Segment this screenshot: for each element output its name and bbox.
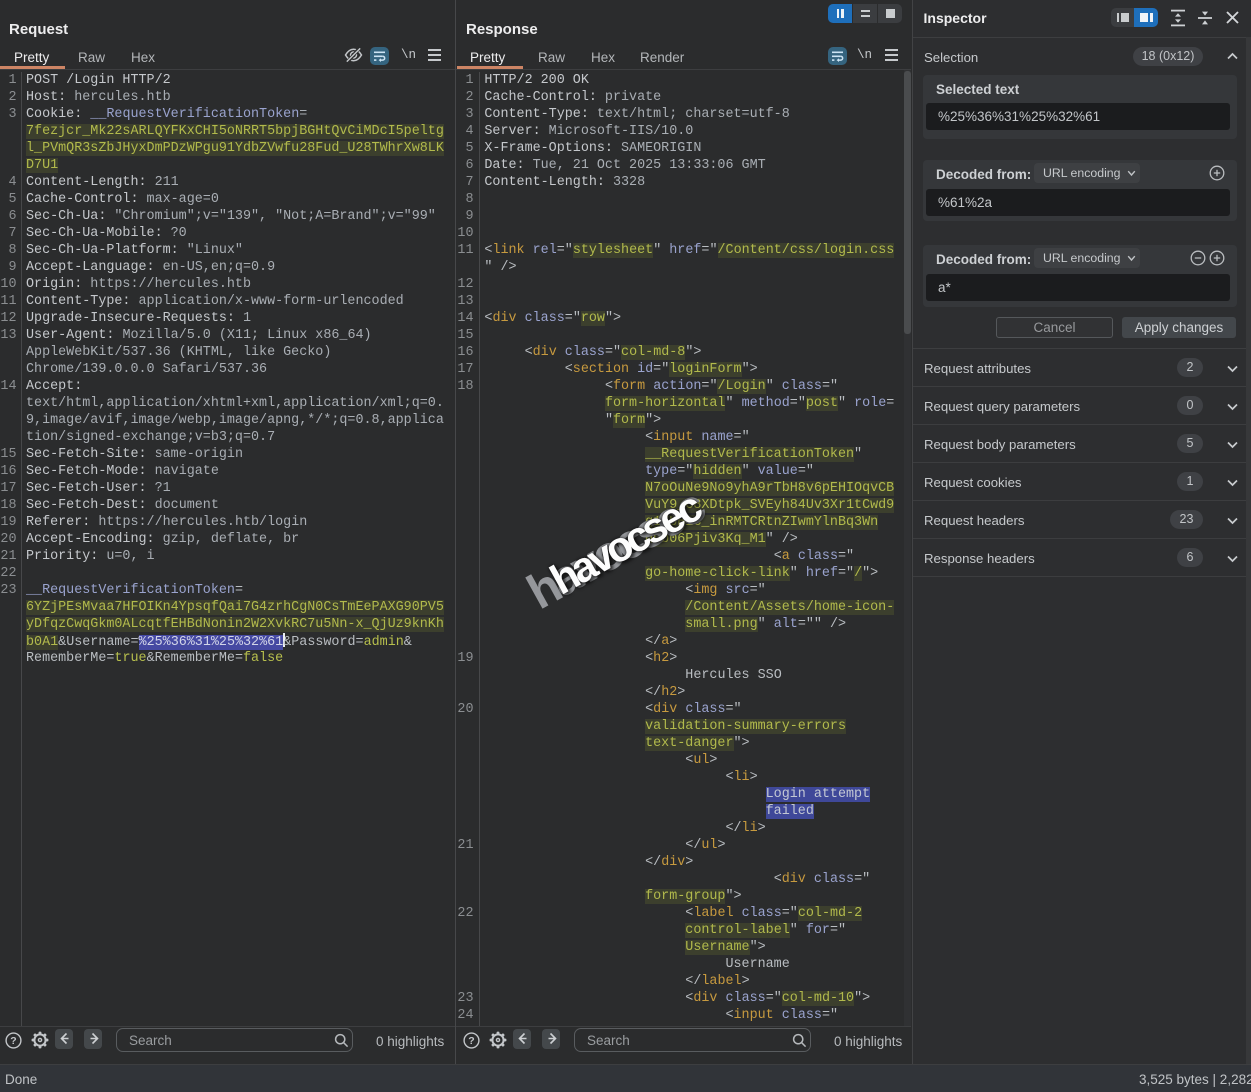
svg-text:?: ?	[10, 1035, 16, 1047]
svg-text:?: ?	[468, 1035, 474, 1047]
